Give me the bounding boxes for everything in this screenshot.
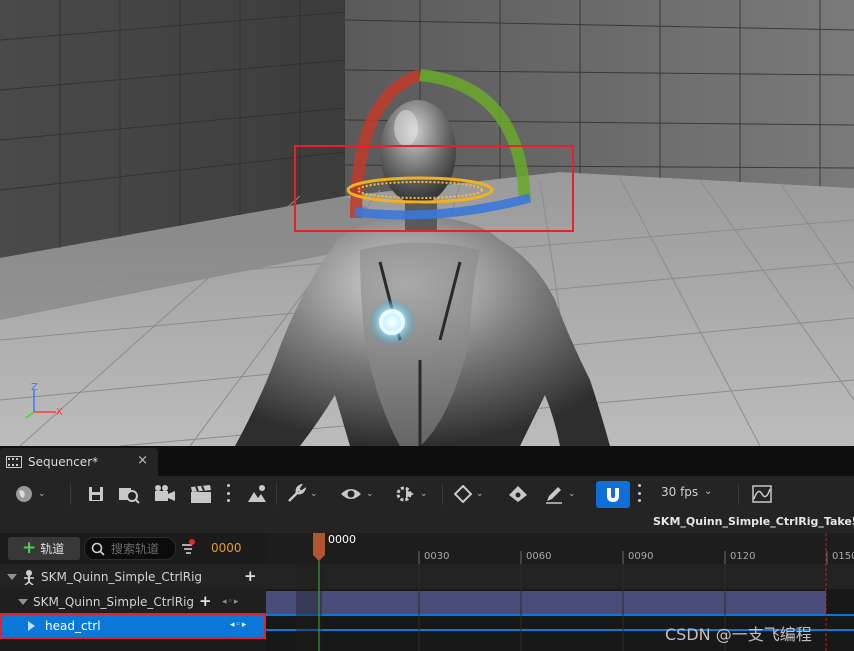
edit-mode-button[interactable]: ⌄ [544,482,576,506]
add-track-button[interactable]: + 轨道 [8,537,80,560]
render-icon [248,485,266,502]
filter-active-badge [189,539,195,545]
tab-sequencer-label: Sequencer* [28,455,99,469]
track-label: SKM_Quinn_Simple_CtrlRig [33,594,195,609]
tick-label: 0060 [526,551,552,562]
pencil-icon [546,487,562,504]
chevron-down-icon[interactable]: ⌄ [704,486,712,497]
tab-sequencer[interactable]: Sequencer* × [0,448,158,476]
view-options-button[interactable]: ⌄ [340,482,374,506]
globe-icon [16,486,32,502]
toolbar-divider [442,483,443,505]
snap-options-icon[interactable] [638,484,641,502]
track-search[interactable] [84,537,176,560]
add-subtrack-button[interactable]: + [199,592,212,610]
playback-options-button[interactable]: ⌄ [394,482,428,506]
gear-icon [396,486,414,502]
level-viewport[interactable]: Z X [0,0,854,446]
skeleton-icon [24,569,34,585]
selection-highlight [0,613,266,639]
track-row-control-rig[interactable]: SKM_Quinn_Simple_CtrlRig + ◂◦▸ [0,589,266,614]
toolbar-divider [738,483,739,505]
close-icon[interactable]: × [137,453,148,468]
watermark: CSDN @一支飞编程 [665,625,812,644]
track-row-skeletal-mesh[interactable]: SKM_Quinn_Simple_CtrlRig + [0,564,266,589]
scene-render [0,0,854,446]
wrench-icon [288,484,306,502]
key-all-button[interactable] [508,482,528,506]
render-movie-button[interactable] [190,482,212,506]
sequence-breadcrumb: SKM_Quinn_Simple_CtrlRig_Take5* [0,511,854,533]
key-interpolation-button[interactable]: ⌄ [454,482,484,506]
render-settings-button[interactable] [246,482,268,506]
search-input[interactable] [111,541,171,556]
tools-menu-button[interactable]: ⌄ [286,482,318,506]
key-navigation-icon[interactable]: ◂◦▸ [222,597,239,607]
chevron-down-icon: ⌄ [420,489,428,499]
track-label: SKM_Quinn_Simple_CtrlRig [41,569,203,584]
key-icon [509,486,527,502]
expand-arrow-icon[interactable] [7,573,17,580]
toolbar-divider [70,483,71,505]
save-icon [89,487,103,501]
frame-rate-label[interactable]: 30 fps [661,485,698,499]
world-menu-button[interactable]: ⌄ [14,482,46,506]
tick-label: 0030 [424,551,450,562]
panel-tab-bar: Sequencer* × [0,446,854,476]
chevron-down-icon: ⌄ [476,489,484,499]
search-icon [91,542,105,556]
axis-gizmo: Z X [22,382,72,424]
snap-toggle-button[interactable] [596,481,630,508]
magnet-icon [607,487,619,502]
plus-icon: + [22,538,37,558]
current-frame-field[interactable]: 0000 [211,541,242,555]
axis-z-label: Z [31,382,38,393]
tick-label: 0090 [628,551,654,562]
keyframe-icon [454,485,472,503]
chevron-down-icon: ⌄ [366,489,374,499]
toolbar-divider [276,483,277,505]
curve-editor-button[interactable] [752,482,772,506]
add-subtrack-button[interactable]: + [244,567,257,585]
clapboard-icon [191,485,211,503]
find-icon [119,488,140,504]
sequence-name[interactable]: SKM_Quinn_Simple_CtrlRig_Take5* [653,515,854,528]
find-in-browser-button[interactable] [118,482,140,506]
save-button[interactable] [88,482,104,506]
curve-editor-icon [752,485,772,503]
expand-arrow-icon[interactable] [18,598,28,605]
chevron-down-icon: ⌄ [310,489,318,499]
axis-x-label: X [56,407,63,418]
camera-button[interactable] [154,482,176,506]
chevron-down-icon: ⌄ [568,489,576,499]
eye-icon [341,489,361,499]
film-strip-icon [6,456,22,468]
sequencer-toolbar: ⌄ ⌄ ⌄ ⌄ ⌄ ⌄ 30 fps ⌄ [0,476,854,511]
more-options-icon[interactable] [227,484,230,502]
add-track-label: 轨道 [40,542,65,556]
tick-label: 0120 [730,551,756,562]
chevron-down-icon: ⌄ [38,489,46,499]
playhead-frame-label: 0000 [328,533,356,546]
tick-label: 0150 [832,551,854,562]
camera-icon [155,485,175,501]
